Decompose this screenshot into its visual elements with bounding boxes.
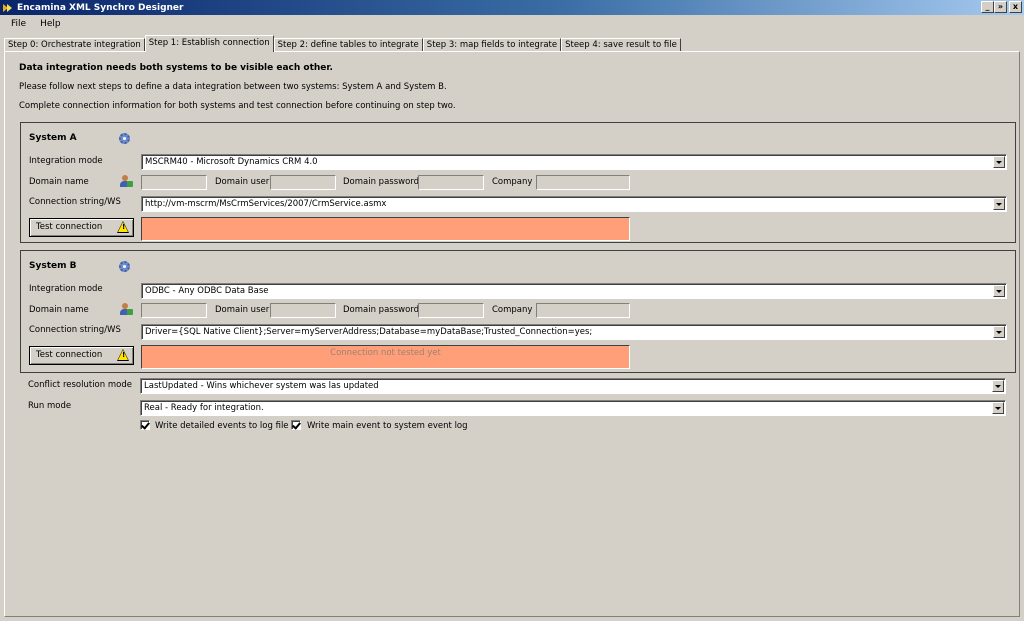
system-b-settings-icon[interactable] (118, 260, 131, 273)
system-a-integration-mode-value: MSCRM40 - Microsoft Dynamics CRM 4.0 (145, 157, 318, 167)
domain-name-label: Domain name (29, 305, 89, 315)
system-a-group: System A Integration mode MSCRM40 - Micr… (20, 122, 1016, 243)
chevron-down-icon[interactable] (992, 402, 1004, 414)
system-b-domain-name-input[interactable] (141, 303, 207, 318)
system-b-connection-string-select[interactable]: Driver={SQL Native Client};Server=myServ… (141, 324, 1007, 340)
test-connection-label: Test connection (36, 222, 103, 232)
conflict-resolution-value: LastUpdated - Wins whichever system was … (144, 381, 379, 391)
tab-step-2[interactable]: Step 2: define tables to integrate (273, 38, 423, 52)
minimize-button[interactable]: _ (981, 1, 994, 13)
system-a-integration-mode-select[interactable]: MSCRM40 - Microsoft Dynamics CRM 4.0 (141, 154, 1007, 170)
tab-page-establish-connection: Data integration needs both systems to b… (4, 51, 1020, 617)
company-label: Company (492, 305, 533, 315)
user-icon[interactable] (119, 175, 133, 188)
restore-button[interactable]: » (994, 1, 1007, 13)
system-a-connection-status (141, 217, 630, 241)
instruction-text-2: Complete connection information for both… (19, 101, 456, 111)
connection-string-label: Connection string/WS (29, 197, 121, 207)
system-b-connection-status: Connection not tested yet (141, 345, 630, 369)
page-headline: Data integration needs both systems to b… (19, 63, 333, 73)
system-a-company-input[interactable] (536, 175, 630, 190)
system-a-domain-name-input[interactable] (141, 175, 207, 190)
system-b-domain-password-input[interactable] (418, 303, 484, 318)
system-b-integration-mode-value: ODBC - Any ODBC Data Base (145, 286, 269, 296)
conflict-resolution-select[interactable]: LastUpdated - Wins whichever system was … (140, 378, 1006, 394)
chevron-down-icon[interactable] (993, 285, 1005, 297)
chevron-down-icon[interactable] (993, 156, 1005, 168)
connection-string-label: Connection string/WS (29, 325, 121, 335)
warning-icon (117, 221, 129, 233)
domain-password-label: Domain password (343, 177, 420, 187)
system-b-connection-string-value: Driver={SQL Native Client};Server=myServ… (145, 327, 593, 337)
test-connection-label: Test connection (36, 350, 103, 360)
event-log-checkbox-label[interactable]: Write main event to system event log (307, 421, 468, 431)
system-a-connection-string-select[interactable]: http://vm-mscrm/MsCrmServices/2007/CrmSe… (141, 196, 1007, 212)
system-a-title: System A (29, 133, 77, 143)
domain-user-label: Domain user (215, 177, 270, 187)
system-b-title: System B (29, 261, 77, 271)
system-a-test-connection-button[interactable]: Test connection (29, 218, 134, 237)
menu-bar: File Help (0, 15, 1024, 33)
tab-step-3[interactable]: Step 3: map fields to integrate (422, 38, 562, 52)
instruction-text-1: Please follow next steps to define a dat… (19, 82, 447, 92)
domain-name-label: Domain name (29, 177, 89, 187)
close-button[interactable]: x (1009, 1, 1022, 13)
menu-file[interactable]: File (4, 19, 33, 29)
system-b-company-input[interactable] (536, 303, 630, 318)
system-b-domain-user-input[interactable] (270, 303, 336, 318)
system-a-connection-string-value: http://vm-mscrm/MsCrmServices/2007/CrmSe… (145, 199, 387, 209)
run-mode-value: Real - Ready for integration. (144, 403, 264, 413)
tab-strip: Step 0: Orchestrate integration Step 1: … (4, 35, 681, 52)
chevron-down-icon[interactable] (992, 380, 1004, 392)
tab-step-4[interactable]: Steep 4: save result to file (561, 38, 681, 52)
tab-step-0[interactable]: Step 0: Orchestrate integration (4, 38, 145, 52)
chevron-down-icon[interactable] (993, 198, 1005, 210)
run-mode-label: Run mode (28, 401, 72, 411)
integration-mode-label: Integration mode (29, 156, 103, 166)
run-mode-select[interactable]: Real - Ready for integration. (140, 400, 1006, 416)
warning-icon (117, 349, 129, 361)
window-title: Encamina XML Synchro Designer (17, 2, 184, 13)
integration-mode-label: Integration mode (29, 284, 103, 294)
domain-user-label: Domain user (215, 305, 270, 315)
chevron-down-icon[interactable] (993, 326, 1005, 338)
system-b-test-connection-button[interactable]: Test connection (29, 346, 134, 365)
menu-help[interactable]: Help (33, 19, 68, 29)
system-a-settings-icon[interactable] (118, 132, 131, 145)
log-file-checkbox-label[interactable]: Write detailed events to log file (155, 421, 289, 431)
user-icon[interactable] (119, 303, 133, 316)
company-label: Company (492, 177, 533, 187)
log-file-checkbox[interactable] (140, 420, 150, 430)
system-a-domain-user-input[interactable] (270, 175, 336, 190)
window-controls: _ » x (981, 1, 1022, 13)
domain-password-label: Domain password (343, 305, 420, 315)
app-logo-icon (2, 2, 14, 14)
system-b-group: System B Integration mode ODBC - Any ODB… (20, 250, 1016, 373)
event-log-checkbox[interactable] (291, 420, 301, 430)
system-b-integration-mode-select[interactable]: ODBC - Any ODBC Data Base (141, 283, 1007, 299)
system-a-domain-password-input[interactable] (418, 175, 484, 190)
tab-step-1[interactable]: Step 1: Establish connection (144, 35, 274, 52)
conflict-resolution-label: Conflict resolution mode (28, 380, 132, 390)
title-bar: Encamina XML Synchro Designer _ » x (0, 0, 1024, 15)
